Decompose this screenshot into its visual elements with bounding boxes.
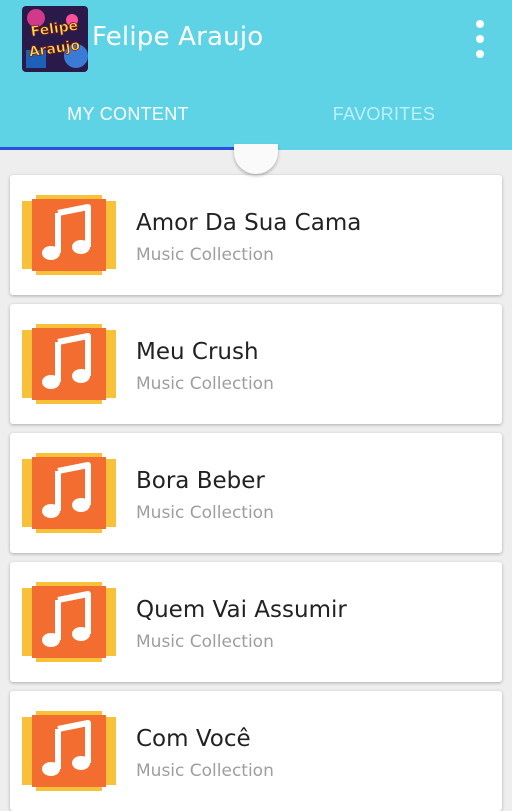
music-note-icon: [22, 582, 116, 662]
music-note-icon: [22, 711, 116, 791]
app-title: Felipe Araujo: [92, 22, 264, 52]
list-item[interactable]: Amor Da Sua Cama Music Collection: [10, 175, 502, 295]
list-item[interactable]: Bora Beber Music Collection: [10, 433, 502, 553]
item-subtitle: Music Collection: [136, 632, 274, 652]
app-logo-icon: Felipe Araujo: [22, 6, 88, 72]
app-bar: Felipe Araujo Felipe Araujo MY CONTENT F…: [0, 0, 512, 150]
list-item[interactable]: Quem Vai Assumir Music Collection: [10, 562, 502, 682]
item-subtitle: Music Collection: [136, 761, 274, 781]
music-note-icon: [22, 453, 116, 533]
item-title: Com Você: [136, 726, 251, 752]
tab-favorites[interactable]: FAVORITES: [256, 104, 512, 128]
item-subtitle: Music Collection: [136, 374, 274, 394]
item-title: Meu Crush: [136, 339, 259, 365]
content-list[interactable]: Amor Da Sua Cama Music Collection Meu Cr…: [0, 150, 512, 811]
music-note-icon: [22, 195, 116, 275]
overflow-menu-icon[interactable]: [466, 18, 494, 60]
list-item[interactable]: Com Você Music Collection: [10, 691, 502, 811]
music-note-icon: [22, 324, 116, 404]
item-title: Quem Vai Assumir: [136, 597, 347, 623]
item-subtitle: Music Collection: [136, 503, 274, 523]
item-subtitle: Music Collection: [136, 245, 274, 265]
item-title: Amor Da Sua Cama: [136, 210, 362, 236]
item-title: Bora Beber: [136, 468, 265, 494]
tab-my-content[interactable]: MY CONTENT: [0, 104, 256, 128]
list-item[interactable]: Meu Crush Music Collection: [10, 304, 502, 424]
